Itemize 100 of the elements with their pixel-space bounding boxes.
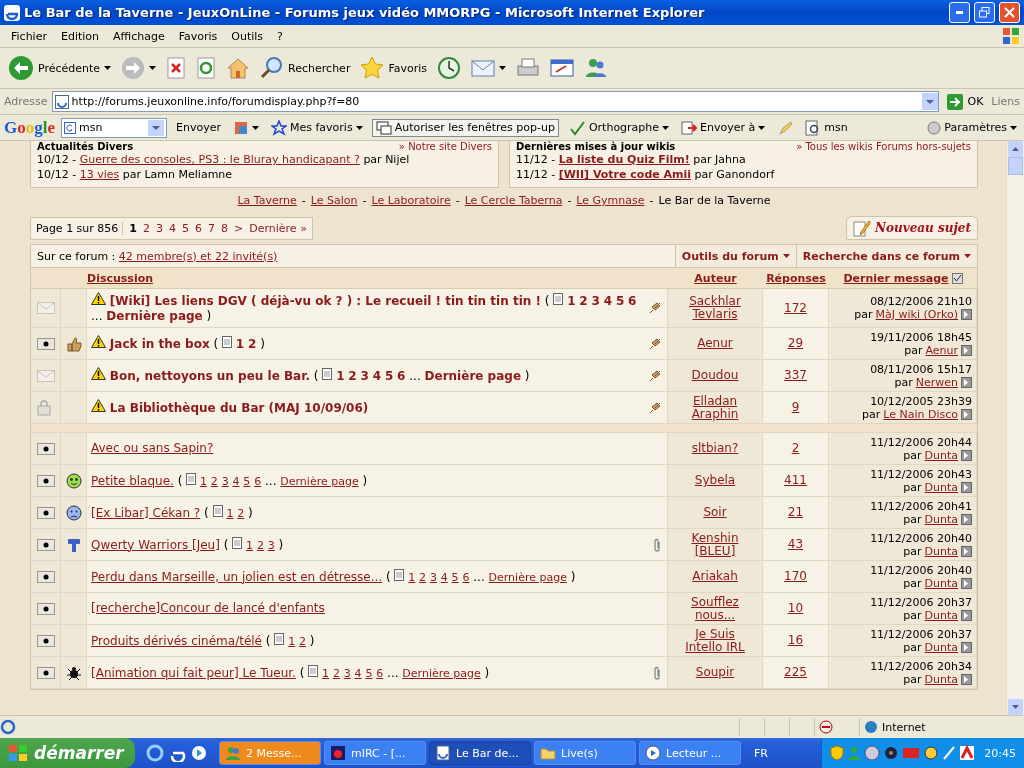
last-author-link[interactable]: Dunta xyxy=(924,480,958,494)
last-author-link[interactable]: Dunta xyxy=(924,512,958,526)
new-topic-button[interactable]: Nouveau sujet xyxy=(846,216,978,240)
last-page-link[interactable]: Dernière page xyxy=(280,474,359,488)
toolbar-button[interactable]: Précédente xyxy=(4,53,116,83)
toolbar-button[interactable]: Orthographe xyxy=(564,118,673,137)
last-page-link[interactable]: Dernière page xyxy=(424,369,522,383)
last-page-link[interactable]: Dernière page xyxy=(106,309,203,323)
last-page-link[interactable]: Dernière » xyxy=(249,221,307,235)
page-link[interactable]: 8 xyxy=(221,221,228,235)
menu-item[interactable]: Favoris xyxy=(171,29,225,43)
author-link[interactable]: Soupir xyxy=(695,666,735,679)
checkbox-icon[interactable] xyxy=(951,272,963,284)
page-link[interactable]: 4 xyxy=(603,294,613,308)
page-link[interactable]: 2 xyxy=(299,634,306,648)
toolbar-button[interactable]: Mes favoris xyxy=(268,118,366,137)
page-link[interactable]: 1 xyxy=(235,337,245,351)
breadcrumb-link[interactable]: Le Salon xyxy=(310,194,358,207)
page-link[interactable]: 5 xyxy=(615,294,625,308)
replies-link[interactable]: 337 xyxy=(784,369,807,382)
breadcrumb-link[interactable]: La Taverne xyxy=(237,194,297,207)
last-author-link[interactable]: Dunta xyxy=(924,640,958,654)
author-link[interactable]: Aenur xyxy=(697,337,733,350)
thread-title-link[interactable]: Jack in the box xyxy=(109,337,210,351)
page-link[interactable]: 3 xyxy=(221,474,229,488)
minimize-button[interactable] xyxy=(949,2,970,23)
restore-button[interactable] xyxy=(974,2,995,23)
page-link[interactable]: 5 xyxy=(182,221,189,235)
menu-item[interactable]: ? xyxy=(270,29,290,43)
page-link[interactable]: 1 xyxy=(129,221,137,235)
replies-link[interactable]: 21 xyxy=(787,506,804,519)
forum-menu-button[interactable]: Recherche dans ce forum xyxy=(795,245,977,267)
thread-title-link[interactable]: Petite blaque. xyxy=(91,473,174,488)
breadcrumb-link[interactable]: Le Laboratoire xyxy=(371,194,451,207)
replies-link[interactable]: 411 xyxy=(784,474,807,487)
menu-item[interactable]: Outils xyxy=(224,29,271,43)
thread-title-link[interactable]: [recherche]Concour de lancé d'enfants xyxy=(91,601,325,615)
thread-title-link[interactable]: Bon, nettoyons un peu le Bar. xyxy=(109,369,310,383)
thread-title-link[interactable]: Perdu dans Marseille, un jolien est en détresse... xyxy=(91,569,383,584)
dropdown-icon[interactable] xyxy=(148,119,164,136)
settings-button[interactable]: Paramètres xyxy=(924,119,1020,136)
thread-title-link[interactable]: Qwerty Warriors [Jeu] xyxy=(91,537,220,552)
online-users-link[interactable]: 42 membre(s) et 22 invité(s) xyxy=(118,249,278,263)
page-link[interactable]: 4 xyxy=(169,221,176,235)
toolbar-button[interactable]: Favoris xyxy=(356,54,431,82)
page-link[interactable]: 2 xyxy=(332,666,340,680)
page-link[interactable]: 4 xyxy=(440,570,448,584)
thread-title-link[interactable]: Avec ou sans Sapin? xyxy=(91,441,214,455)
toolbar-button[interactable]: msn xyxy=(802,118,851,137)
toolbar-button[interactable]: Envoyer à xyxy=(678,118,769,137)
author-link[interactable]: Sybela xyxy=(694,474,736,487)
shield-icon[interactable] xyxy=(830,745,845,761)
menu-item[interactable]: Affichage xyxy=(106,29,172,43)
replies-link[interactable]: 172 xyxy=(784,301,807,315)
page-link[interactable]: 1 xyxy=(246,538,254,552)
replies-link[interactable]: 29 xyxy=(787,337,804,350)
news-more-link[interactable]: » Notre site Divers xyxy=(398,141,492,152)
thread-title-link[interactable]: [Animation qui fait peur] Le Tueur. xyxy=(91,665,296,680)
last-author-link[interactable]: Aenur xyxy=(925,343,958,357)
replies-link[interactable]: 2 xyxy=(791,442,800,455)
page-link[interactable]: 3 xyxy=(591,294,600,308)
taskbar-button[interactable]: Le Bar de... xyxy=(429,741,531,765)
replies-link[interactable]: 16 xyxy=(787,634,804,647)
column-header[interactable]: Réponses xyxy=(766,271,826,285)
page-link[interactable]: 6 xyxy=(628,294,637,308)
last-author-link[interactable]: Dunta xyxy=(924,608,958,622)
gear-icon[interactable] xyxy=(883,745,900,761)
google-search-field[interactable]: msn xyxy=(61,117,167,138)
browser-icon[interactable] xyxy=(146,744,164,762)
page-link[interactable]: 6 xyxy=(376,666,384,680)
page-link[interactable]: 5 xyxy=(451,570,459,584)
media-player-icon[interactable] xyxy=(190,744,208,762)
go-button[interactable]: OK xyxy=(943,93,988,110)
dropdown-icon[interactable] xyxy=(922,93,939,110)
thread-title-link[interactable]: [Wiki] Les liens DGV ( déjà-vu ok ? ) : Le recueil ! tin tin tin tin ! xyxy=(109,294,541,308)
address-field[interactable]: http://forums.jeuxonline.info/forumdisplay.php?f=80 xyxy=(51,91,940,112)
page-link[interactable]: 3 xyxy=(267,538,275,552)
thread-title-link[interactable]: [Ex Libar] Cékan ? xyxy=(91,505,201,520)
taskbar-button[interactable]: mIRC - [... xyxy=(324,741,426,765)
page-link[interactable]: 2 xyxy=(248,337,257,351)
page-link[interactable]: 6 xyxy=(462,570,470,584)
last-author-link[interactable]: Dunta xyxy=(924,672,958,686)
last-author-link[interactable]: Dunta xyxy=(924,576,958,590)
last-author-link[interactable]: Nerwen xyxy=(915,375,958,389)
page-link[interactable]: 5 xyxy=(243,474,251,488)
page-link[interactable]: 3 xyxy=(429,570,437,584)
page-link[interactable]: 2 xyxy=(419,570,427,584)
news-link[interactable]: 13 vies xyxy=(79,168,120,181)
forum-menu-button[interactable]: Outils du forum xyxy=(674,245,796,267)
page-link[interactable]: 5 xyxy=(384,369,394,383)
thread-title-link[interactable]: La Bibliothèque du Bar (MAJ 10/09/06) xyxy=(109,401,369,415)
page-link[interactable]: 1 xyxy=(408,570,416,584)
network-icon[interactable] xyxy=(923,745,940,761)
page-link[interactable]: 3 xyxy=(343,666,351,680)
thread-title-link[interactable]: Produits dérivés cinéma/télé xyxy=(91,633,262,648)
page-link[interactable]: 2 xyxy=(237,506,245,520)
page-link[interactable]: 2 xyxy=(348,369,357,383)
replies-link[interactable]: 170 xyxy=(784,570,807,583)
page-link[interactable]: 4 xyxy=(372,369,382,383)
page-link[interactable]: 1 xyxy=(322,666,330,680)
